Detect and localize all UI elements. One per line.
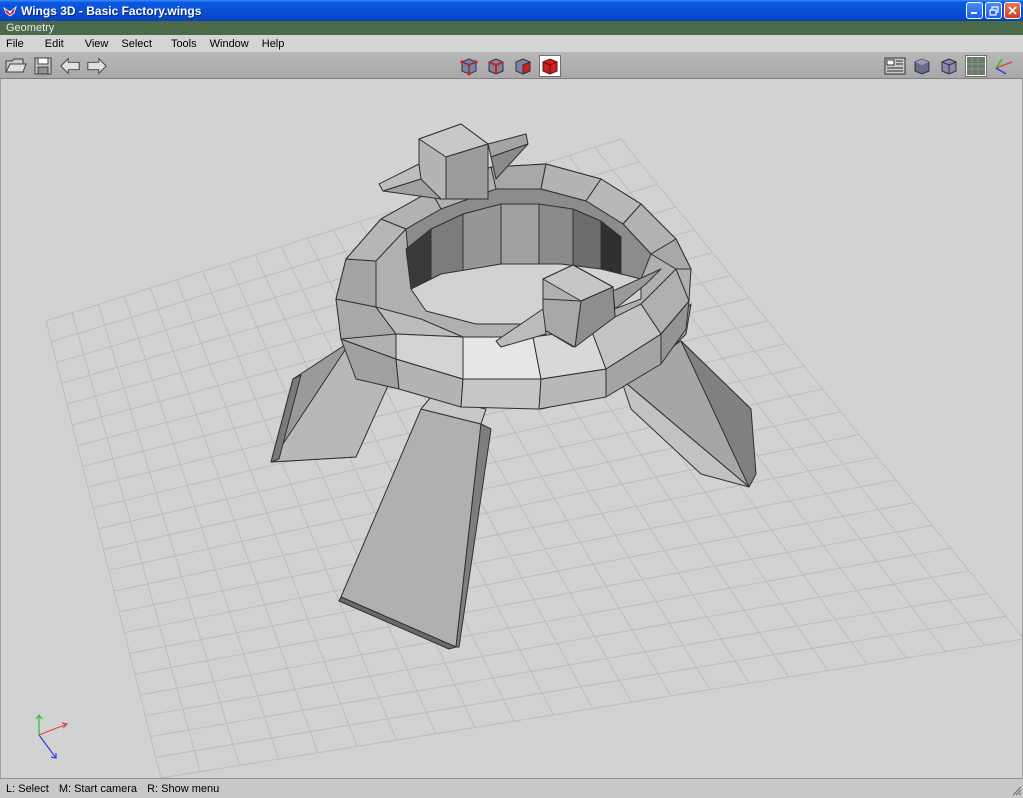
smooth-shading-icon [914, 58, 930, 75]
grid-line [155, 615, 1006, 758]
status-bar: L: Select M: Start camera R: Show menu [0, 778, 1023, 798]
status-middle-click-hint: M: Start camera [58, 782, 138, 795]
resize-grip-icon[interactable] [1012, 786, 1022, 796]
factory-model[interactable] [270, 123, 757, 650]
vertex-mode-button[interactable] [458, 55, 480, 77]
menu-window[interactable]: Window [204, 38, 255, 50]
menu-bar: File Edit View Select Tools Window Help [0, 35, 1023, 52]
undo-arrow-icon [60, 57, 80, 75]
grid-line [160, 638, 1022, 778]
menu-edit[interactable]: Edit [39, 38, 70, 50]
menu-help[interactable]: Help [256, 38, 291, 50]
axes-toggle-icon [995, 58, 1013, 75]
geometry-viewport[interactable] [0, 79, 1023, 778]
open-folder-icon [5, 58, 27, 73]
grid-line [140, 547, 951, 696]
edge-mode-icon [488, 58, 504, 75]
menu-select[interactable]: Select [115, 38, 158, 50]
close-button[interactable] [1004, 2, 1021, 19]
axes-toggle-button[interactable] [992, 55, 1014, 77]
status-right-click-hint: R: Show menu [147, 782, 220, 795]
restore-button[interactable] [985, 2, 1002, 19]
menu-file[interactable]: File [0, 38, 30, 50]
viewport-scene [35, 123, 1022, 778]
window-title: Wings 3D - Basic Factory.wings [21, 3, 202, 18]
grid-line [119, 456, 878, 613]
face-mode-button[interactable] [512, 55, 534, 77]
geometry-window-label: Geometry [6, 22, 55, 34]
restore-icon [988, 5, 999, 16]
wireframe-shading-icon [941, 58, 957, 75]
title-bar[interactable]: Wings 3D - Basic Factory.wings [0, 0, 1023, 21]
wireframe-shading-button[interactable] [938, 55, 960, 77]
grid-line [129, 502, 915, 654]
groundplane-toggle-icon [967, 57, 985, 75]
vertex-mode-icon [460, 58, 478, 76]
smooth-shading-button[interactable] [911, 55, 933, 77]
wings3d-app-icon [3, 5, 17, 16]
open-button[interactable] [5, 55, 27, 77]
axis-gizmo [35, 714, 69, 759]
body-mode-button[interactable] [539, 55, 561, 77]
body-mode-icon [542, 58, 558, 75]
status-left-click-hint: L: Select [6, 782, 49, 795]
orthographic-view-icon [884, 57, 906, 75]
grid-line [124, 479, 896, 634]
save-disk-icon [34, 57, 52, 75]
menu-tools[interactable]: Tools [165, 38, 203, 50]
close-icon [1008, 6, 1017, 15]
groundplane-toggle-button[interactable] [965, 55, 987, 77]
face-mode-icon [515, 58, 531, 75]
minimize-button[interactable] [966, 2, 983, 19]
geometry-window-bar[interactable]: Geometry [0, 21, 1023, 35]
edge-mode-button[interactable] [485, 55, 507, 77]
undo-button[interactable] [59, 55, 81, 77]
redo-arrow-icon [87, 57, 107, 75]
save-button[interactable] [32, 55, 54, 77]
minimize-icon [971, 12, 977, 14]
toolbar [0, 52, 1023, 79]
grid-line [134, 524, 933, 675]
redo-button[interactable] [86, 55, 108, 77]
menu-view[interactable]: View [79, 38, 115, 50]
orthographic-view-button[interactable] [884, 55, 906, 77]
